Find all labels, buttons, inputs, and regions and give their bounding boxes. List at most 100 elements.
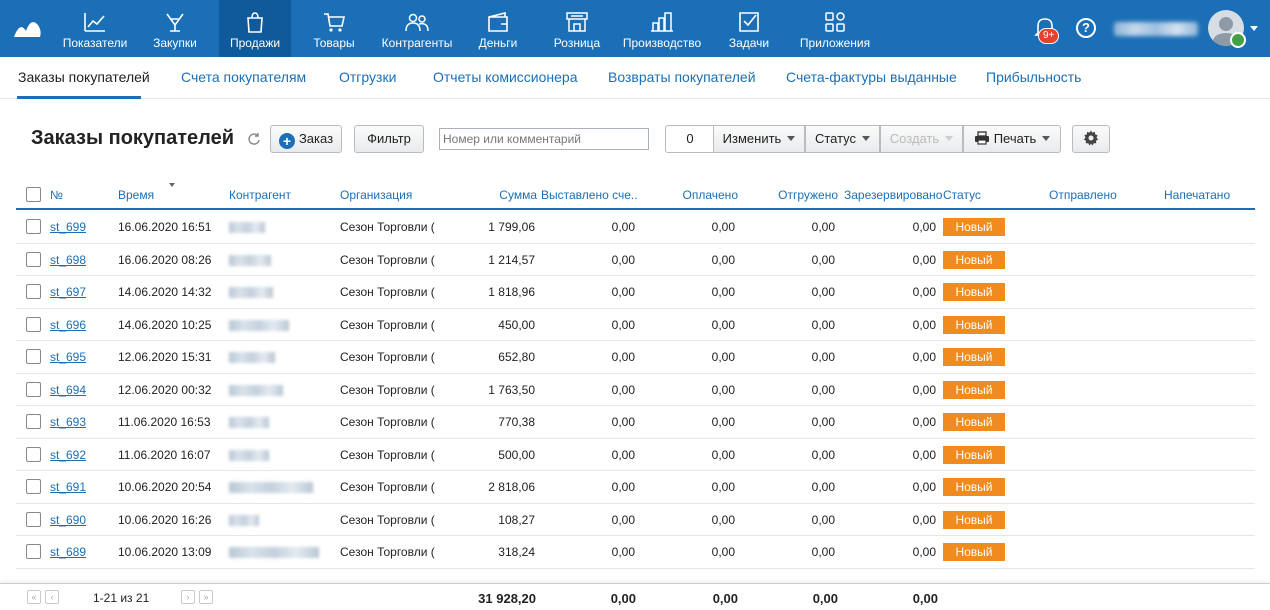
column-sent[interactable]: Отправлено bbox=[1049, 188, 1117, 202]
nav-item-retail[interactable]: Розница bbox=[550, 0, 604, 57]
tab-customer-orders[interactable]: Заказы покупателей bbox=[18, 69, 150, 85]
tab-customer-invoices[interactable]: Счета покупателям bbox=[181, 69, 306, 85]
order-number-link[interactable]: st_692 bbox=[50, 448, 86, 462]
help-icon[interactable]: ? bbox=[1076, 18, 1096, 38]
row-checkbox[interactable] bbox=[26, 251, 41, 267]
counterparty-blurred[interactable] bbox=[229, 352, 275, 363]
tab-customer-returns[interactable]: Возвраты покупателей bbox=[608, 69, 756, 85]
table-row[interactable]: st_699 16.06.2020 16:51 Сезон Торговли (1 … bbox=[16, 211, 1255, 244]
counterparty-blurred[interactable] bbox=[229, 449, 269, 461]
column-organization[interactable]: Организация bbox=[340, 188, 412, 202]
column-reserved[interactable]: Зарезервировано bbox=[844, 188, 942, 202]
table-row[interactable]: st_696 14.06.2020 10:25 Сезон Торговли (45… bbox=[16, 309, 1255, 341]
app-logo-icon[interactable] bbox=[12, 17, 42, 39]
nav-item-money[interactable]: Деньги bbox=[474, 0, 522, 57]
row-checkbox[interactable] bbox=[26, 349, 41, 364]
table-row[interactable]: st_691 10.06.2020 20:54 Сезон Торговли (2 … bbox=[16, 471, 1255, 504]
row-checkbox[interactable] bbox=[26, 316, 41, 332]
create-dropdown-button[interactable]: Создать bbox=[880, 125, 963, 153]
counterparty-blurred[interactable] bbox=[229, 319, 289, 331]
status-badge[interactable]: Новый bbox=[943, 413, 1005, 431]
chevron-down-icon[interactable] bbox=[1250, 26, 1258, 31]
status-badge[interactable]: Новый bbox=[943, 315, 1005, 334]
table-row[interactable]: st_693 11.06.2020 16:53 Сезон Торговли (77… bbox=[16, 406, 1255, 439]
nav-item-tasks[interactable]: Задачи bbox=[726, 0, 772, 57]
row-checkbox[interactable] bbox=[26, 446, 41, 462]
column-status[interactable]: Статус bbox=[943, 188, 981, 202]
column-invoiced[interactable]: Выставлено сче... bbox=[541, 188, 637, 202]
tab-profitability[interactable]: Прибыльность bbox=[986, 69, 1081, 85]
nav-item-sales[interactable]: Продажи bbox=[219, 0, 291, 57]
row-checkbox[interactable] bbox=[26, 511, 41, 527]
status-badge[interactable]: Новый bbox=[943, 543, 1005, 561]
order-number-link[interactable]: st_691 bbox=[50, 480, 86, 494]
counterparty-blurred[interactable] bbox=[229, 482, 313, 493]
status-badge[interactable]: Новый bbox=[943, 283, 1005, 301]
row-checkbox[interactable] bbox=[26, 219, 41, 234]
order-number-link[interactable]: st_698 bbox=[50, 253, 86, 267]
row-checkbox[interactable] bbox=[26, 544, 41, 559]
last-page-icon[interactable]: » bbox=[199, 590, 213, 604]
column-number[interactable]: № bbox=[50, 188, 63, 202]
status-badge[interactable]: Новый bbox=[943, 250, 1005, 269]
user-name-blurred[interactable] bbox=[1114, 22, 1198, 36]
order-number-link[interactable]: st_696 bbox=[50, 318, 86, 332]
add-order-button[interactable]: + Заказ bbox=[270, 125, 342, 153]
nav-item-goods[interactable]: Товары bbox=[306, 0, 362, 57]
row-checkbox[interactable] bbox=[26, 381, 41, 397]
row-checkbox[interactable] bbox=[26, 284, 41, 299]
tab-commission-reports[interactable]: Отчеты комиссионера bbox=[433, 69, 578, 85]
settings-button[interactable] bbox=[1072, 125, 1110, 153]
tab-shipments[interactable]: Отгрузки bbox=[339, 69, 396, 85]
column-paid[interactable]: Оплачено bbox=[656, 188, 738, 202]
table-row[interactable]: st_695 12.06.2020 15:31 Сезон Торговли (65… bbox=[16, 341, 1255, 374]
status-badge[interactable]: Новый bbox=[943, 348, 1005, 366]
column-counterparty[interactable]: Контрагент bbox=[229, 188, 291, 202]
change-dropdown-button[interactable]: Изменить bbox=[713, 125, 805, 153]
column-time[interactable]: Время bbox=[118, 188, 154, 202]
table-row[interactable]: st_697 14.06.2020 14:32 Сезон Торговли (1 … bbox=[16, 276, 1255, 309]
search-input[interactable] bbox=[439, 128, 649, 150]
counterparty-blurred[interactable] bbox=[229, 547, 319, 558]
order-number-link[interactable]: st_693 bbox=[50, 415, 86, 429]
prev-page-icon[interactable]: ‹ bbox=[45, 590, 59, 604]
nav-item-indicators[interactable]: Показатели bbox=[56, 0, 134, 57]
select-all-checkbox[interactable] bbox=[26, 187, 41, 202]
column-shipped[interactable]: Отгружено bbox=[756, 188, 838, 202]
counterparty-blurred[interactable] bbox=[229, 417, 269, 428]
filter-button[interactable]: Фильтр bbox=[354, 125, 424, 153]
refresh-icon[interactable] bbox=[247, 132, 261, 146]
status-badge[interactable]: Новый bbox=[943, 445, 1005, 464]
status-dropdown-button[interactable]: Статус bbox=[805, 125, 880, 153]
status-badge[interactable]: Новый bbox=[943, 478, 1005, 496]
tab-issued-invoices[interactable]: Счета-фактуры выданные bbox=[786, 69, 957, 85]
counterparty-blurred[interactable] bbox=[229, 514, 259, 526]
table-row[interactable]: st_690 10.06.2020 16:26 Сезон Торговли (10… bbox=[16, 504, 1255, 536]
nav-item-counterparties[interactable]: Контрагенты bbox=[380, 0, 454, 57]
status-badge[interactable]: Новый bbox=[943, 380, 1005, 399]
order-number-link[interactable]: st_694 bbox=[50, 383, 86, 397]
next-page-icon[interactable]: › bbox=[181, 590, 195, 604]
column-printed[interactable]: Напечатано bbox=[1164, 188, 1230, 202]
column-sum[interactable]: Сумма bbox=[486, 188, 537, 202]
row-checkbox[interactable] bbox=[26, 479, 41, 494]
order-number-link[interactable]: st_690 bbox=[50, 513, 86, 527]
counterparty-blurred[interactable] bbox=[229, 254, 271, 266]
status-badge[interactable]: Новый bbox=[943, 510, 1005, 529]
row-checkbox[interactable] bbox=[26, 414, 41, 429]
table-row[interactable]: st_689 10.06.2020 13:09 Сезон Торговли (31… bbox=[16, 536, 1255, 569]
nav-item-purchases[interactable]: Закупки bbox=[146, 0, 204, 57]
first-page-icon[interactable]: « bbox=[27, 590, 41, 604]
table-row[interactable]: st_698 16.06.2020 08:26 Сезон Торговли (1 … bbox=[16, 244, 1255, 276]
nav-item-apps[interactable]: Приложения bbox=[798, 0, 872, 57]
counterparty-blurred[interactable] bbox=[229, 287, 273, 298]
order-number-link[interactable]: st_697 bbox=[50, 285, 86, 299]
nav-item-production[interactable]: Производство bbox=[622, 0, 702, 57]
order-number-link[interactable]: st_699 bbox=[50, 220, 86, 234]
print-dropdown-button[interactable]: Печать bbox=[963, 125, 1061, 153]
order-number-link[interactable]: st_695 bbox=[50, 350, 86, 364]
counterparty-blurred[interactable] bbox=[229, 222, 265, 233]
order-number-link[interactable]: st_689 bbox=[50, 545, 86, 559]
table-row[interactable]: st_694 12.06.2020 00:32 Сезон Торговли (1 … bbox=[16, 374, 1255, 406]
counterparty-blurred[interactable] bbox=[229, 384, 283, 396]
